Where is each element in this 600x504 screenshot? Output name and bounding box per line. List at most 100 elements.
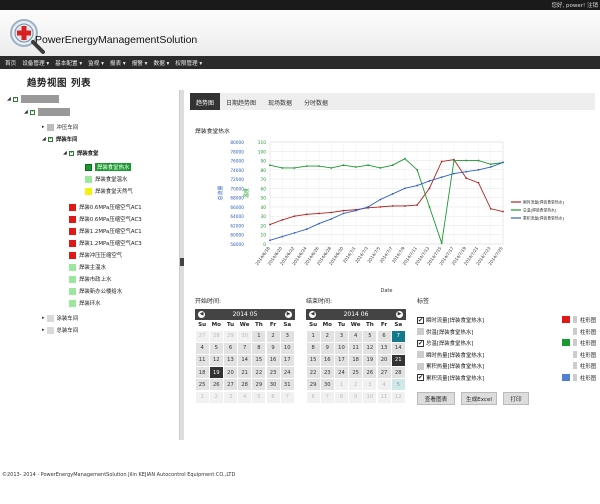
calendar-day[interactable]: 2 <box>320 330 334 342</box>
calendar-day[interactable]: 21 <box>238 367 252 379</box>
calendar-day[interactable]: 15 <box>306 354 320 366</box>
tree-toggle-icon[interactable]: - <box>12 96 18 102</box>
calendar-day[interactable]: 1 <box>306 330 320 342</box>
collapse-arrow-icon[interactable]: ▸ <box>42 315 45 321</box>
series-color-swatch[interactable] <box>562 339 570 346</box>
tab-date-trend[interactable]: 日期趋势图 <box>220 93 262 110</box>
calendar-day[interactable]: 7 <box>238 342 252 354</box>
tag-item[interactable]: ✔ 累积流量[焊装食堂热水] <box>417 374 484 382</box>
tree-item-painting[interactable]: ▸ 涂装车间 <box>42 314 78 322</box>
calendar-day[interactable]: 20 <box>377 354 391 366</box>
calendar-day[interactable]: 29 <box>306 379 320 391</box>
calendar-day[interactable]: 28 <box>238 379 252 391</box>
splitter-grip-icon[interactable] <box>180 258 184 266</box>
welcome-text[interactable]: 您好, power! 注销 <box>552 1 598 9</box>
prev-month-icon[interactable]: ◀ <box>309 311 316 318</box>
menu-data[interactable]: 数据 ▾ <box>150 59 172 67</box>
bar-chart-checkbox[interactable] <box>573 373 577 381</box>
calendar-day[interactable]: 3 <box>363 379 377 391</box>
print-button[interactable]: 打印 <box>503 392 529 405</box>
expand-arrow-icon[interactable]: ◢ <box>24 109 28 115</box>
calendar-day[interactable]: 29 <box>223 330 237 342</box>
menu-permission[interactable]: 权限管理 ▾ <box>172 59 205 67</box>
tree-item-air-06-ac3[interactable]: 焊装0.6MPa压缩空气AC3 <box>69 215 142 223</box>
calendar-day[interactable]: 6 <box>266 391 280 403</box>
calendar-day[interactable]: 14 <box>391 342 405 354</box>
calendar-day[interactable]: 30 <box>238 330 252 342</box>
menu-report[interactable]: 报表 ▾ <box>107 59 129 67</box>
tag-item[interactable]: 供温[焊装食堂热水] <box>417 328 473 336</box>
tab-live-data[interactable]: 现场数据 <box>262 93 298 110</box>
calendar-day[interactable]: 23 <box>320 367 334 379</box>
series-color-swatch[interactable] <box>562 373 570 381</box>
calendar-day[interactable]: 7 <box>320 391 334 403</box>
tree-item-canteen-hot-water[interactable]: 焊装食堂热水 <box>85 163 132 171</box>
calendar-day[interactable]: 25 <box>349 367 363 379</box>
calendar-day[interactable]: 12 <box>209 354 223 366</box>
bar-chart-checkbox[interactable] <box>573 339 577 346</box>
calendar-day[interactable]: 2 <box>209 391 223 403</box>
calendar-day[interactable]: 7 <box>280 391 294 403</box>
tag-checkbox[interactable]: ✔ <box>417 374 424 381</box>
calendar-day[interactable]: 18 <box>349 354 363 366</box>
calendar-day[interactable]: 14 <box>238 354 252 366</box>
calendar-day[interactable]: 21 <box>391 354 405 366</box>
calendar-day[interactable]: 25 <box>195 379 209 391</box>
export-excel-button[interactable]: 生成Excel <box>461 392 497 405</box>
menu-home[interactable]: 首页 <box>2 59 19 67</box>
calendar-day[interactable]: 13 <box>223 354 237 366</box>
calendar-day[interactable]: 20 <box>223 367 237 379</box>
calendar-day[interactable]: 28 <box>209 330 223 342</box>
calendar-day[interactable]: 4 <box>377 379 391 391</box>
calendar-day[interactable]: 19 <box>209 367 223 379</box>
tree-item-canteen-gas[interactable]: 焊装食堂天然气 <box>85 187 133 195</box>
calendar-day[interactable]: 24 <box>334 367 348 379</box>
next-month-icon[interactable]: ▶ <box>285 311 292 318</box>
calendar-day[interactable]: 4 <box>195 342 209 354</box>
expand-arrow-icon[interactable]: ◢ <box>7 96 11 102</box>
bar-chart-checkbox[interactable] <box>573 327 577 335</box>
calendar-day[interactable]: 22 <box>306 367 320 379</box>
calendar-day[interactable]: 1 <box>252 330 266 342</box>
calendar-day[interactable]: 27 <box>377 367 391 379</box>
tag-item[interactable]: ✔ 总温[焊装食堂热水] <box>417 339 473 347</box>
calendar-day[interactable]: 12 <box>363 342 377 354</box>
calendar-day[interactable]: 3 <box>280 330 294 342</box>
calendar-day[interactable]: 9 <box>266 342 280 354</box>
calendar-day[interactable]: 8 <box>252 342 266 354</box>
calendar-day[interactable]: 11 <box>377 391 391 403</box>
calendar-day[interactable]: 9 <box>349 391 363 403</box>
calendar-day[interactable]: 6 <box>223 342 237 354</box>
calendar-day[interactable]: 24 <box>280 367 294 379</box>
bar-chart-checkbox[interactable] <box>573 316 577 323</box>
calendar-day[interactable]: 7 <box>391 330 405 342</box>
calendar-day[interactable]: 2 <box>349 379 363 391</box>
calendar-day[interactable]: 1 <box>195 391 209 403</box>
calendar-day[interactable]: 29 <box>252 379 266 391</box>
calendar-day[interactable]: 5 <box>363 330 377 342</box>
tag-checkbox[interactable] <box>417 362 424 370</box>
tree-toggle-icon[interactable]: - <box>68 150 74 156</box>
calendar-day[interactable]: 15 <box>252 354 266 366</box>
calendar-day[interactable]: 4 <box>349 330 363 342</box>
calendar-day[interactable]: 26 <box>209 379 223 391</box>
view-chart-button[interactable]: 查看图表 <box>417 392 455 405</box>
calendar-day[interactable]: 16 <box>320 354 334 366</box>
menu-basic-config[interactable]: 基本配置 ▾ <box>52 59 85 67</box>
tab-trend[interactable]: 趋势图 <box>190 93 221 110</box>
tag-item[interactable]: 累积热量[焊装食堂热水] <box>417 362 484 370</box>
calendar-day[interactable]: 23 <box>266 367 280 379</box>
tree-item-new-office-water[interactable]: 焊装新办公楼给水 <box>69 287 122 295</box>
tree-item-stamping[interactable]: ▸ 冲压车间 <box>42 123 78 131</box>
page-title-list[interactable]: 列表 <box>71 78 91 89</box>
pane-splitter[interactable] <box>180 90 184 440</box>
calendar-day[interactable]: 1 <box>334 379 348 391</box>
calendar-day[interactable]: 5 <box>209 342 223 354</box>
calendar-day[interactable]: 16 <box>266 354 280 366</box>
calendar-day[interactable]: 3 <box>334 330 348 342</box>
tree-item-assembly[interactable]: ▸ 总装车间 <box>42 326 78 334</box>
tree-item-air-12-ac1[interactable]: 焊装1.2MPa压缩空气AC1 <box>69 227 142 235</box>
calendar-day[interactable]: 13 <box>377 342 391 354</box>
prev-month-icon[interactable]: ◀ <box>198 311 205 318</box>
tree-item-air-stamping[interactable]: 焊装冲压压缩空气 <box>69 251 122 259</box>
